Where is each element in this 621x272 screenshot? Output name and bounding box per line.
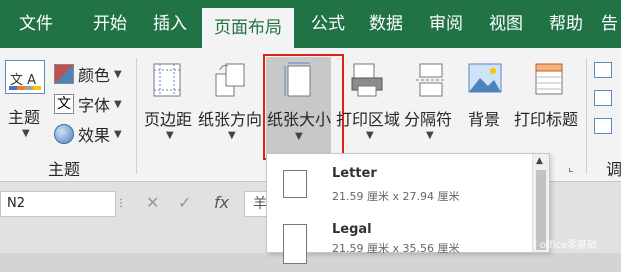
colors-button[interactable]: 颜色 ▼: [54, 62, 122, 86]
page-break-icon: [416, 63, 446, 97]
group-divider: [586, 58, 587, 174]
breaks-label: 分隔符: [404, 110, 453, 129]
print-titles-label: 打印标题: [514, 110, 579, 129]
print-titles-button[interactable]: 打印标题: [512, 58, 584, 138]
tab-formulas[interactable]: 公式: [300, 0, 356, 48]
paper-size-dimensions: 21.59 厘米 x 35.56 厘米: [332, 242, 460, 255]
margins-icon: [153, 63, 181, 97]
fonts-label: 字体: [78, 96, 111, 115]
print-area-label: 打印区域: [336, 110, 401, 129]
background-label: 背景: [468, 110, 501, 129]
height-icon[interactable]: [594, 90, 612, 106]
confirm-icon[interactable]: ✓: [178, 193, 191, 212]
orientation-label: 纸张方向: [198, 110, 263, 129]
print-area-button[interactable]: 打印区域 ▼: [336, 58, 402, 148]
fonts-button[interactable]: 文 字体 ▼: [54, 92, 122, 116]
watermark: 头条号 / office零基础: [500, 240, 598, 251]
orientation-button[interactable]: 纸张方向 ▼: [198, 58, 264, 148]
effects-icon: [54, 124, 74, 144]
tab-tell-me[interactable]: 告: [598, 0, 621, 48]
effects-label: 效果: [78, 126, 111, 145]
themes-label: 主题: [8, 108, 41, 127]
tab-home[interactable]: 开始: [80, 0, 140, 48]
scale-to-fit-group: 调: [592, 60, 621, 179]
print-area-icon: [351, 63, 383, 97]
ribbon-tab-bar: 文件 开始 插入 页面布局 公式 数据 审阅 视图 帮助 告: [0, 0, 621, 48]
chevron-down-icon: ▼: [114, 68, 122, 80]
chevron-down-icon: ▼: [114, 128, 122, 140]
colors-label: 颜色: [78, 66, 111, 85]
margins-button[interactable]: 页边距 ▼: [140, 58, 196, 148]
highlight-box: [263, 54, 344, 160]
background-button[interactable]: 背景: [460, 58, 510, 138]
color-palette-icon: [54, 64, 74, 84]
themes-swatch-bar: [9, 86, 41, 90]
cancel-icon[interactable]: ✕: [146, 193, 159, 212]
tab-view[interactable]: 视图: [478, 0, 534, 48]
chevron-down-icon: ▼: [166, 130, 174, 141]
print-titles-icon: [535, 63, 563, 95]
background-image-icon: [468, 63, 502, 93]
insert-function-icon[interactable]: fx: [214, 193, 229, 212]
themes-button[interactable]: 文 A 主题 ▼: [2, 58, 50, 144]
orientation-icon: [215, 63, 245, 97]
paper-size-option-legal[interactable]: Legal 21.59 厘米 x 35.56 厘米: [267, 216, 533, 272]
chevron-down-icon: ▼: [114, 98, 122, 110]
tab-page-layout[interactable]: 页面布局: [202, 8, 294, 48]
scroll-up-arrow-icon[interactable]: ▲: [536, 156, 543, 166]
paper-size-name: Legal: [332, 222, 372, 237]
effects-button[interactable]: 效果 ▼: [54, 122, 122, 146]
group-divider: [136, 58, 137, 174]
name-box-dropdown[interactable]: ⋮: [116, 191, 130, 217]
paper-size-option-letter[interactable]: Letter 21.59 厘米 x 27.94 厘米: [267, 160, 533, 216]
scale-icon[interactable]: [594, 118, 612, 134]
chevron-down-icon: ▼: [228, 130, 236, 141]
tab-data[interactable]: 数据: [358, 0, 414, 48]
tab-help[interactable]: 帮助: [538, 0, 594, 48]
paper-thumbnail-icon: [283, 170, 307, 198]
margins-label: 页边距: [144, 110, 193, 129]
font-icon: 文: [54, 94, 74, 114]
name-box[interactable]: N2: [0, 191, 116, 217]
themes-icon: 文 A: [5, 60, 45, 94]
tab-insert[interactable]: 插入: [140, 0, 200, 48]
page-setup-dialog-launcher[interactable]: ⌞: [568, 160, 574, 174]
chevron-down-icon: ▼: [366, 130, 374, 141]
tab-file[interactable]: 文件: [6, 0, 66, 48]
paper-size-dimensions: 21.59 厘米 x 27.94 厘米: [332, 190, 460, 203]
breaks-button[interactable]: 分隔符 ▼: [404, 58, 456, 148]
paper-thumbnail-icon: [283, 224, 307, 264]
chevron-down-icon: ▼: [22, 128, 30, 139]
chevron-down-icon: ▼: [426, 130, 434, 141]
width-icon[interactable]: [594, 62, 612, 78]
paper-size-name: Letter: [332, 166, 377, 181]
group-label-partial: 调: [606, 160, 621, 179]
group-label-themes: 主题: [48, 160, 81, 179]
tab-review[interactable]: 审阅: [418, 0, 474, 48]
